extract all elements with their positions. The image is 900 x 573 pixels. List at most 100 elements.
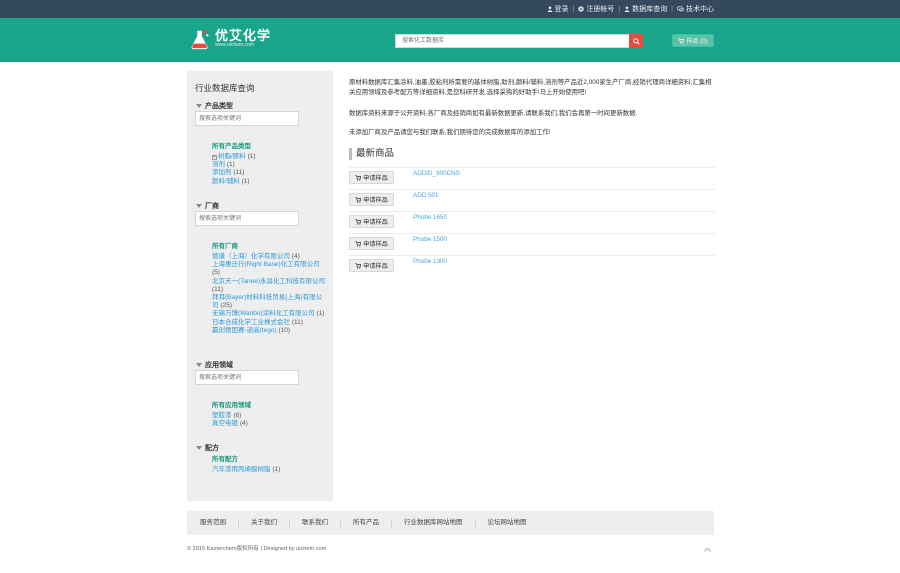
product-type-filter-input[interactable] bbox=[195, 111, 299, 126]
formula-list: 汽车漆用丙烯酸树脂 (1) bbox=[212, 466, 327, 474]
list-item: + 树脂/原料 (1) bbox=[212, 153, 327, 161]
application-filter-input[interactable] bbox=[195, 370, 299, 385]
request-sample-label: 申请样品 bbox=[363, 197, 388, 204]
footer-link-database-sitemap[interactable]: 行业数据库网站地图 bbox=[392, 519, 476, 527]
separator: | bbox=[572, 5, 575, 13]
tech-center-link[interactable]: 技术中心 bbox=[677, 4, 714, 14]
footer-link-about[interactable]: 关于我们 bbox=[239, 519, 290, 527]
user-icon bbox=[624, 6, 630, 12]
list-item-link[interactable]: 日本合成化学工业株式会社 bbox=[212, 319, 290, 326]
footer-link-forum-sitemap[interactable]: 论坛网站地图 bbox=[476, 519, 539, 527]
list-item-link[interactable]: 德谦（上海）化学有限公司 bbox=[212, 253, 290, 260]
request-sample-button[interactable]: 申请样品 bbox=[349, 215, 394, 228]
expand-icon[interactable]: + bbox=[212, 155, 217, 160]
list-item: 塑胶漆 (6) bbox=[212, 412, 327, 420]
request-sample-label: 申请样品 bbox=[363, 263, 388, 270]
table-row: 申请样品 Phobe 1500 bbox=[349, 233, 715, 255]
search-bar bbox=[395, 34, 643, 48]
list-item-count: (1) bbox=[226, 161, 235, 169]
vendor-filter-input[interactable] bbox=[195, 211, 299, 226]
logo-title: 优艾化学 bbox=[215, 28, 272, 43]
list-item: 颜料/辅料 (1) bbox=[212, 178, 327, 186]
site-logo[interactable]: 优艾化学 www.uichem.com bbox=[189, 28, 271, 50]
list-item-link[interactable]: 无锡万博(Wanbo)涂料化工有限公司 bbox=[212, 310, 315, 317]
user-icon bbox=[547, 6, 552, 12]
all-product-types-link[interactable]: 所有产品类型 bbox=[212, 140, 327, 150]
product-link[interactable]: Phobe 1650 bbox=[413, 214, 447, 221]
filter-label: 应用领域 bbox=[205, 362, 233, 369]
list-item: 真空电镀 (4) bbox=[212, 420, 327, 428]
copyright: © 2015 Kaxterchem版权所有 | Designed by uich… bbox=[187, 546, 327, 552]
list-item-link[interactable]: 北京天一(Tanee)永昌化工科技有限公司 bbox=[212, 278, 325, 285]
list-item-count: (11) bbox=[212, 285, 224, 293]
list-item-count: (10) bbox=[278, 326, 291, 334]
list-item-count: (4) bbox=[291, 253, 300, 260]
all-formulas-link[interactable]: 所有配方 bbox=[212, 453, 327, 463]
sidebar: 行业数据库查询 产品类型 所有产品类型 +树脂/原料 (1) 溶剂 (1) 添加… bbox=[187, 71, 333, 501]
product-link[interactable]: Phobe 1300 bbox=[413, 258, 447, 265]
formula-group: 所有配方 汽车漆用丙烯酸树脂 (1) bbox=[212, 453, 327, 474]
plus-circle-icon bbox=[578, 6, 585, 12]
request-sample-label: 申请样品 bbox=[363, 175, 388, 182]
application-group: 所有应用领域 塑胶漆 (6) 真空电镀 (4) bbox=[212, 399, 327, 428]
database-link[interactable]: 数据库查询 bbox=[624, 4, 667, 14]
list-item-link[interactable]: 赢创德固赛-迪高(tego) bbox=[212, 327, 277, 334]
latest-products-heading: 最新商品 bbox=[349, 148, 394, 160]
filter-label: 产品类型 bbox=[205, 103, 233, 110]
back-to-top-icon[interactable] bbox=[703, 545, 712, 554]
footer-link-products[interactable]: 所有产品 bbox=[341, 519, 392, 527]
product-link[interactable]: ADD 501 bbox=[413, 192, 439, 199]
request-sample-button[interactable]: 申请样品 bbox=[349, 237, 394, 250]
all-vendors-link[interactable]: 所有厂商 bbox=[212, 240, 327, 250]
cart-label: 样品 (0) bbox=[686, 39, 708, 45]
request-sample-button[interactable]: 申请样品 bbox=[349, 259, 394, 272]
list-item-link[interactable]: 上海惠迁行(Right Base)化工有限公司 bbox=[212, 261, 320, 268]
product-type-group: 所有产品类型 + 树脂/原料 (1) 溶剂 (1) 添加剂 (11) 颜料/辅料 … bbox=[212, 140, 327, 186]
sample-cart-button[interactable]: 样品 (0) bbox=[672, 34, 714, 47]
filter-toggle-product-type[interactable]: 产品类型 bbox=[196, 101, 233, 111]
intro-paragraph: 未添加厂商及产品请您与我们联系,我们期待您的完成数据库的添加工作! bbox=[349, 129, 551, 136]
caret-down-icon bbox=[196, 363, 202, 367]
list-item-link[interactable]: 溶剂 bbox=[212, 161, 225, 168]
list-item-link[interactable]: 树脂/原料 bbox=[218, 153, 246, 160]
list-item-link[interactable]: 真空电镀 bbox=[212, 420, 238, 427]
top-links: 登录 | 注册帐号 | 数据库查询 | 技术中心 bbox=[547, 0, 714, 18]
list-item: 日本合成化学工业株式会社 (11) bbox=[212, 319, 327, 327]
filter-label: 配方 bbox=[205, 445, 219, 452]
request-sample-button[interactable]: 申请样品 bbox=[349, 193, 394, 206]
product-link[interactable]: ADDID_900CNS bbox=[413, 170, 460, 177]
list-item-link[interactable]: 塑胶漆 bbox=[212, 412, 232, 419]
list-item-count: (1) bbox=[241, 177, 250, 185]
search-button[interactable] bbox=[629, 34, 643, 48]
request-sample-button[interactable]: 申请样品 bbox=[349, 171, 394, 184]
top-bar: 登录 | 注册帐号 | 数据库查询 | 技术中心 bbox=[0, 0, 900, 18]
list-item-link[interactable]: 汽车漆用丙烯酸树脂 bbox=[212, 466, 271, 473]
list-item-link[interactable]: 颜料/辅料 bbox=[212, 178, 240, 185]
list-item-count: (5) bbox=[212, 269, 220, 277]
list-item-link[interactable]: 添加剂 bbox=[212, 169, 232, 176]
filter-toggle-application[interactable]: 应用领域 bbox=[196, 360, 233, 370]
login-label: 登录 bbox=[554, 6, 569, 13]
footer-link-contact[interactable]: 联系我们 bbox=[290, 519, 341, 527]
list-item-count: (1) bbox=[316, 310, 325, 318]
list-item: 添加剂 (11) bbox=[212, 169, 327, 177]
search-input[interactable] bbox=[395, 34, 629, 48]
filter-toggle-vendor[interactable]: 厂商 bbox=[196, 201, 219, 211]
list-item: 上海惠迁行(Right Base)化工有限公司 (5) bbox=[212, 261, 327, 277]
list-item-count: (11) bbox=[291, 318, 303, 326]
footer-link-services[interactable]: 服务范围 bbox=[187, 519, 239, 527]
tech-label: 技术中心 bbox=[686, 6, 714, 13]
product-list: 申请样品 ADDID_900CNS 申请样品 ADD 501 申请样品 Phob… bbox=[349, 167, 715, 277]
product-link[interactable]: Phobe 1500 bbox=[413, 236, 447, 243]
application-list: 塑胶漆 (6) 真空电镀 (4) bbox=[212, 412, 327, 428]
all-applications-link[interactable]: 所有应用领域 bbox=[212, 399, 327, 409]
login-link[interactable]: 登录 bbox=[547, 4, 569, 14]
logo-subtitle: www.uichem.com bbox=[215, 42, 254, 48]
flask-logo-icon bbox=[191, 29, 209, 50]
filter-toggle-formula[interactable]: 配方 bbox=[196, 443, 219, 453]
logo-text: 优艾化学 www.uichem.com bbox=[215, 29, 271, 49]
list-item: 德谦（上海）化学有限公司 (4) bbox=[212, 253, 327, 261]
register-link[interactable]: 注册帐号 bbox=[578, 4, 614, 14]
list-item: 北京天一(Tanee)永昌化工科技有限公司 (11) bbox=[212, 278, 327, 294]
list-item-count: (6) bbox=[233, 412, 242, 419]
